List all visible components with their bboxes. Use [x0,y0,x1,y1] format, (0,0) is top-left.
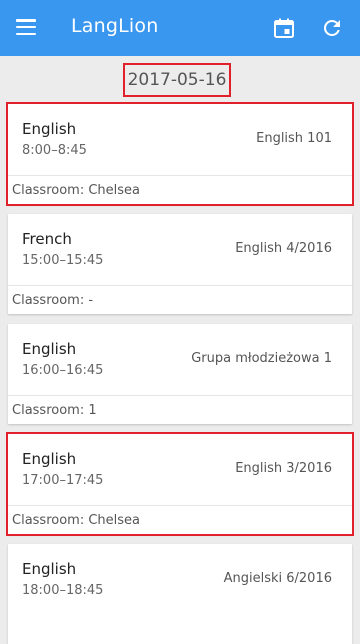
divider [8,285,352,286]
calendar-icon[interactable] [272,16,296,40]
lesson-group: Angielski 6/2016 [223,571,332,586]
lesson-subject: English [22,450,77,468]
lesson-classroom: Classroom: - [12,293,94,308]
menu-icon[interactable] [16,19,36,35]
lesson-card[interactable]: English 8:00–8:45 English 101 Classroom:… [6,102,354,206]
lesson-card[interactable]: English 17:00–17:45 English 3/2016 Class… [6,432,354,536]
date-display[interactable]: 2017-05-16 [123,63,231,97]
lesson-subject: English [22,560,77,578]
lesson-card[interactable]: French 15:00–15:45 English 4/2016 Classr… [8,214,352,314]
app-title: LangLion [71,15,159,37]
lesson-subject: English [22,340,77,358]
app-bar: LangLion [0,0,360,56]
lesson-group: English 4/2016 [235,241,332,256]
lesson-subject: French [22,230,72,248]
lesson-classroom: Classroom: 1 [12,403,97,418]
lesson-classroom: Classroom: Chelsea [12,183,141,198]
lesson-card[interactable]: English 16:00–16:45 Grupa młodzieżowa 1 … [8,324,352,424]
lesson-time: 18:00–18:45 [22,583,104,598]
lesson-card[interactable]: English 18:00–18:45 Angielski 6/2016 [8,544,352,644]
refresh-icon[interactable] [320,16,344,40]
lesson-group: English 3/2016 [235,461,332,476]
divider [8,395,352,396]
lesson-group: Grupa młodzieżowa 1 [191,351,332,366]
lesson-group: English 101 [256,131,332,146]
lesson-time: 17:00–17:45 [22,473,104,488]
lesson-time: 16:00–16:45 [22,363,104,378]
divider [8,175,352,176]
lesson-classroom: Classroom: Chelsea [12,513,141,528]
lesson-time: 8:00–8:45 [22,143,87,158]
lesson-time: 15:00–15:45 [22,253,104,268]
lesson-subject: English [22,120,77,138]
divider [8,505,352,506]
